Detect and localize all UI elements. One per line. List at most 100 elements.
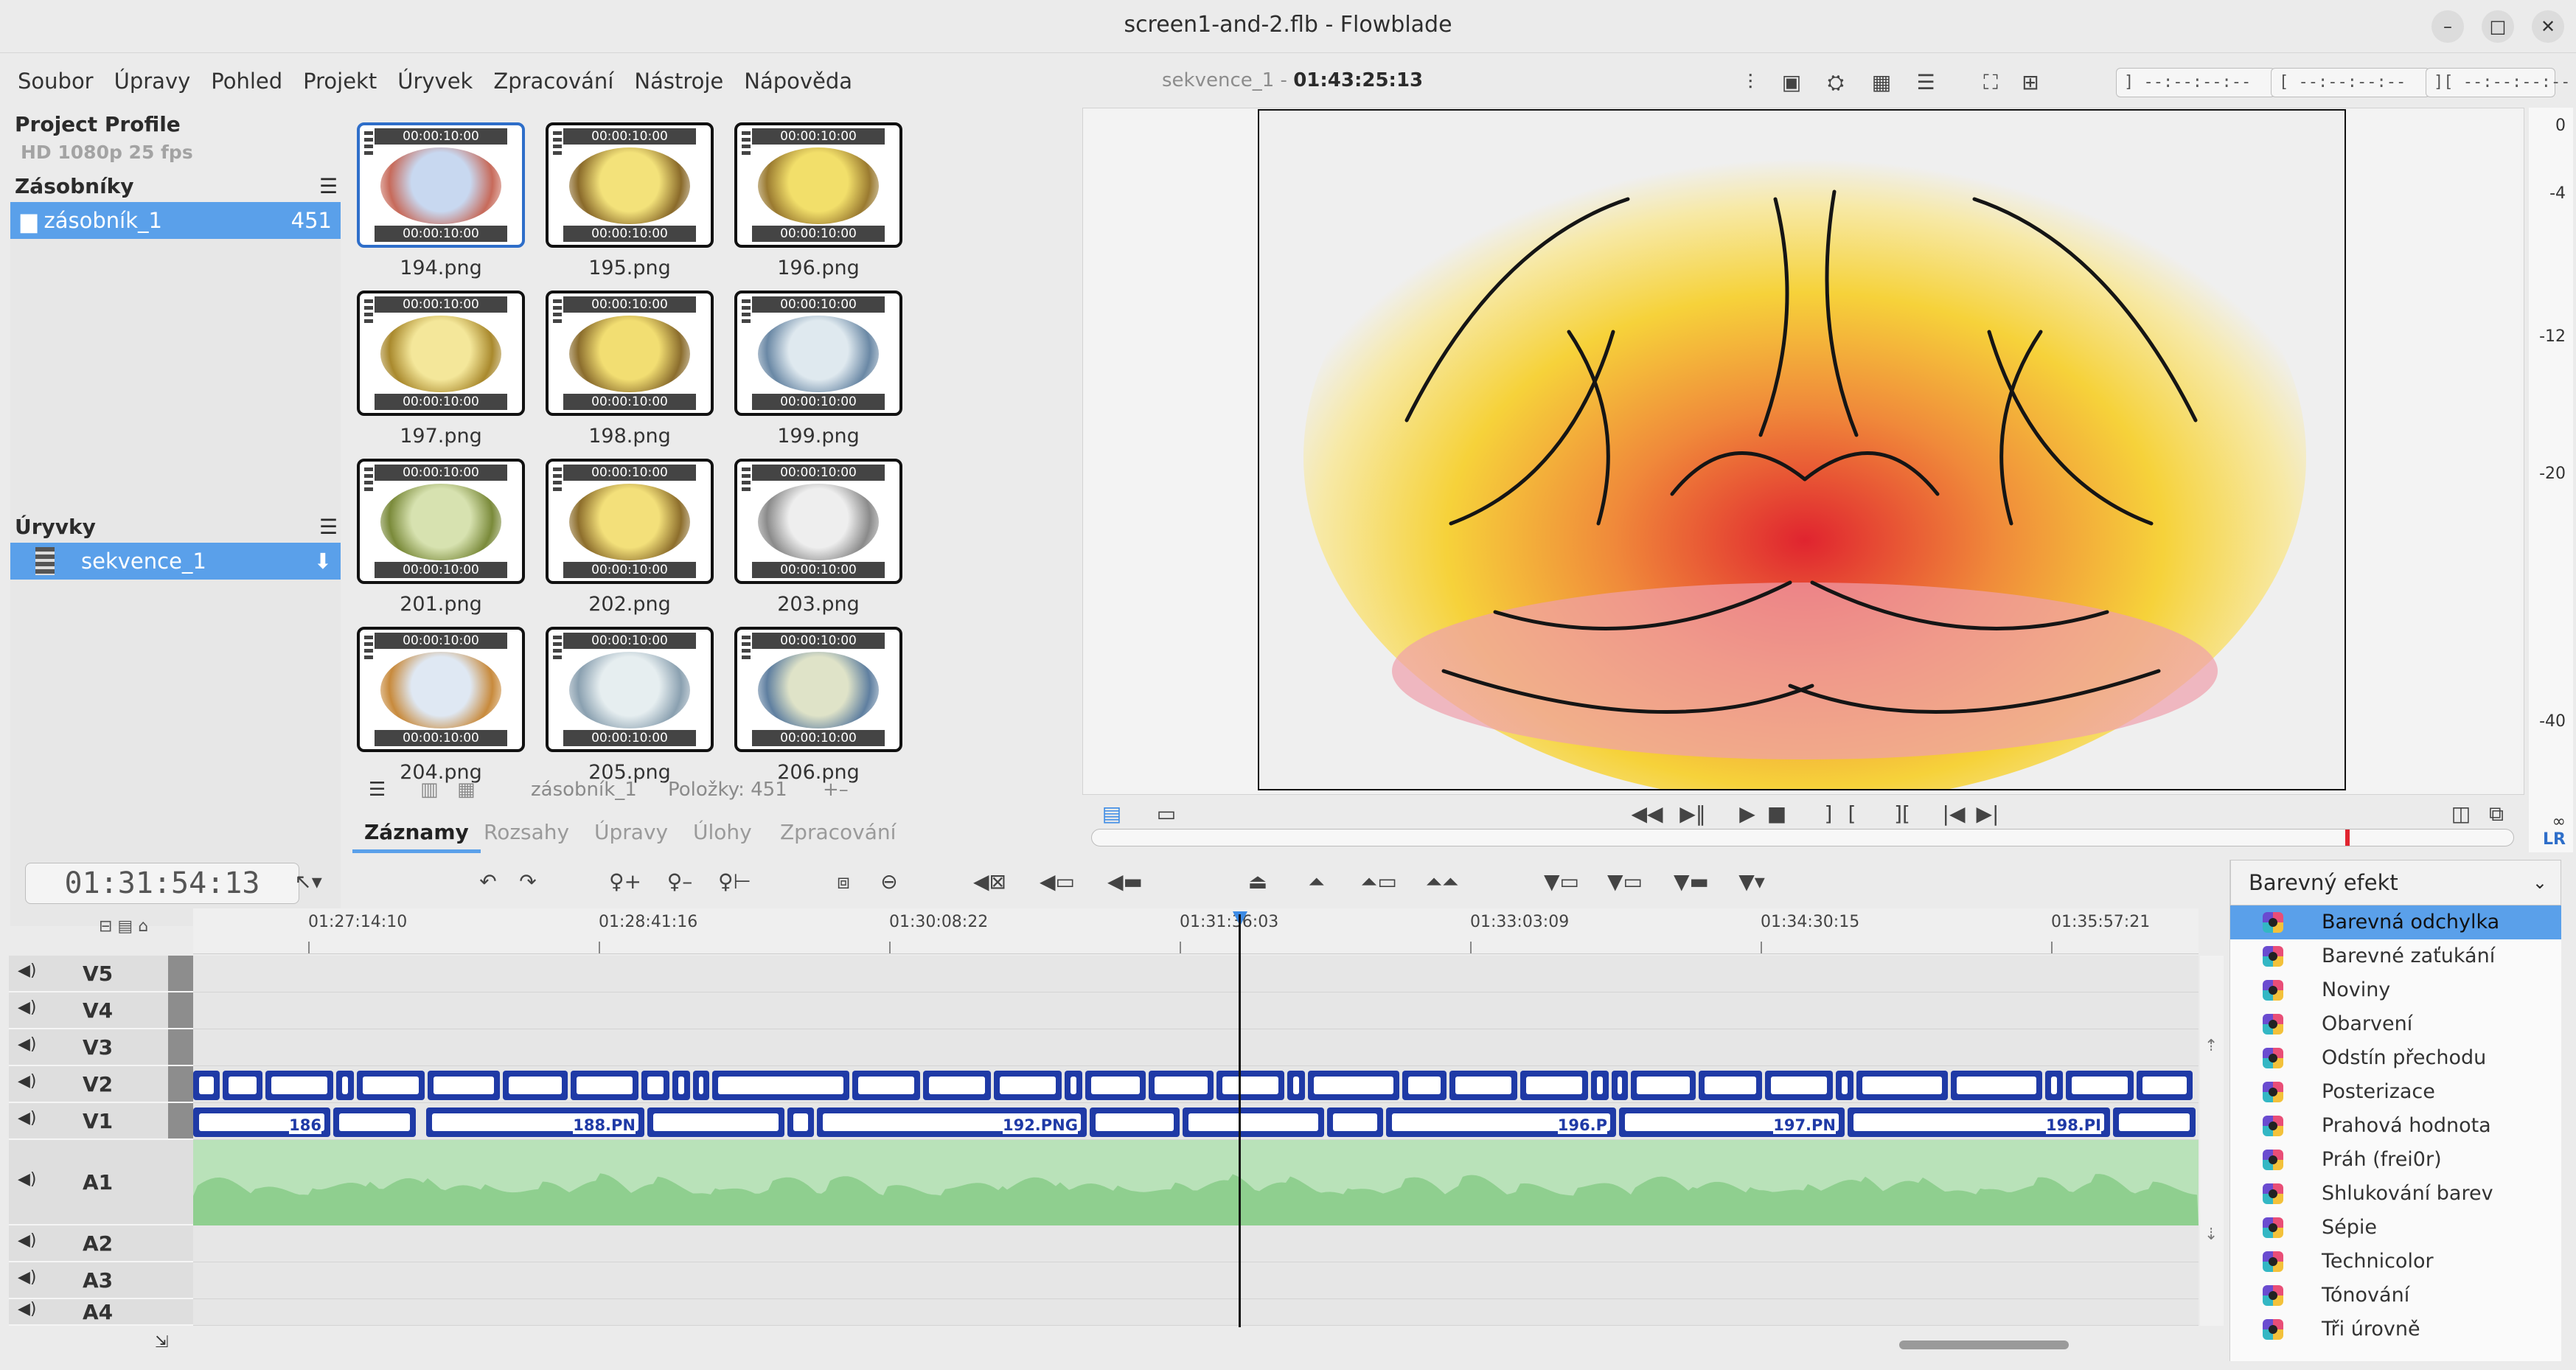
clip-v1[interactable]: 198.PI (1848, 1108, 2110, 1137)
filter-item[interactable]: Sépie (2230, 1211, 2561, 1245)
track-head-v5[interactable]: ◀) V5 (9, 956, 193, 992)
clip-v2[interactable] (923, 1071, 991, 1100)
clip-v1[interactable]: 188.PN (426, 1108, 644, 1137)
minimize-button[interactable]: – (2431, 10, 2464, 43)
preview-frame[interactable] (1258, 109, 2346, 790)
media-thumbnail[interactable]: 00:00:10:00 00:00:10:00 (734, 122, 902, 248)
redo-icon[interactable]: ↷ (512, 866, 544, 898)
columns-icon[interactable]: ▥ (420, 779, 439, 801)
media-thumbnail[interactable]: 00:00:10:00 00:00:10:00 (734, 627, 902, 752)
keyframe-range-icon[interactable]: ♀⊢ (718, 866, 751, 898)
zoom-icon[interactable]: +– (823, 779, 849, 801)
track-lock[interactable] (168, 956, 193, 991)
to-start-icon[interactable]: |◀ (1938, 798, 1970, 830)
splice-in-icon[interactable]: ◀⊠ (973, 866, 1006, 898)
filter-item[interactable]: Shlukování barev (2230, 1177, 2561, 1211)
filter-item[interactable]: Práh (frei0r) (2230, 1143, 2561, 1177)
track-head-v1[interactable]: ◀) V1 (9, 1103, 193, 1140)
add-keyframe-icon[interactable]: ♀+ (609, 866, 641, 898)
clip-v2[interactable] (1308, 1071, 1399, 1100)
media-thumbnail[interactable]: 00:00:10:00 00:00:10:00 (734, 291, 902, 416)
menu-projekt[interactable]: Projekt (293, 59, 387, 103)
track-row-v4[interactable] (193, 992, 2199, 1029)
media-thumbnail[interactable]: 00:00:10:00 00:00:10:00 (357, 459, 525, 584)
trim-icon[interactable]: ▼▬ (1674, 866, 1709, 898)
filter-item[interactable]: Barevná odchylka (2230, 905, 2561, 939)
menu-upravy[interactable]: Úpravy (104, 59, 201, 103)
clip-v1[interactable] (647, 1108, 784, 1137)
stop-icon[interactable]: ■ (1761, 798, 1793, 830)
clip-v2[interactable] (428, 1071, 500, 1100)
link-icon[interactable]: ⊖ (873, 866, 905, 898)
track-row-v1[interactable]: 186 188.PN 192.PNG 196.P 197.PN 198.PI (193, 1103, 2199, 1140)
scrubber-position[interactable] (2345, 830, 2350, 846)
clip-v1[interactable] (787, 1108, 814, 1137)
track-row-v2[interactable] (193, 1066, 2199, 1103)
mixer-icon[interactable]: ⫶ (1734, 66, 1766, 99)
media-thumbnail[interactable]: 00:00:10:00 00:00:10:00 (546, 122, 714, 248)
monitor-alt-icon[interactable]: ▭ (1150, 798, 1183, 830)
clip-v2[interactable] (1836, 1071, 1853, 1100)
track-row-a1[interactable] (193, 1140, 2199, 1225)
filter-item[interactable]: Obarvení (2230, 1007, 2561, 1041)
clip-v1[interactable]: 197.PN (1619, 1108, 1845, 1137)
clip-v2[interactable] (1449, 1071, 1517, 1100)
menu-zpracovani[interactable]: Zpracování (483, 59, 624, 103)
download-icon[interactable]: ⬇ (314, 543, 332, 580)
pointer-tool-icon[interactable]: ↖▾ (292, 866, 324, 898)
clip-v2[interactable] (2137, 1071, 2193, 1100)
scrubber-bar[interactable] (1091, 829, 2514, 846)
split-view-icon[interactable]: ◫ (2445, 798, 2477, 830)
track-head-a1[interactable]: ◀) A1 (9, 1140, 193, 1225)
clip-v2[interactable] (1149, 1071, 1214, 1100)
clip-v2[interactable] (994, 1071, 1062, 1100)
track-head-v2[interactable]: ◀) V2 (9, 1066, 193, 1103)
track-row-a2[interactable] (193, 1225, 2199, 1262)
timeline-vscroll[interactable]: ⇡ ⇣ (2200, 956, 2224, 1326)
play-pause-icon[interactable]: ▶‖ (1677, 798, 1709, 830)
speaker-icon[interactable]: ◀) (18, 998, 37, 1017)
layout-icon[interactable]: ⊞ (2014, 66, 2047, 99)
track-lock[interactable] (168, 1103, 193, 1138)
tab-ulohy[interactable]: Úlohy (693, 820, 752, 844)
clip-v1[interactable] (1327, 1108, 1383, 1137)
clip-v2[interactable] (712, 1071, 849, 1100)
clip-v1[interactable]: 186 (193, 1108, 330, 1137)
clip-v2[interactable] (672, 1071, 690, 1100)
track-head-a3[interactable]: ◀) A3 (9, 1262, 193, 1299)
filter-item[interactable]: Technicolor (2230, 1245, 2561, 1279)
clip-v2[interactable] (1631, 1071, 1696, 1100)
sequences-menu-icon[interactable]: ☰ (319, 515, 338, 539)
timeline-tracks[interactable]: 186 188.PN 192.PNG 196.P 197.PN 198.PI (193, 956, 2199, 1326)
lift-icon[interactable]: ◀▬ (1107, 866, 1143, 898)
track-lock[interactable] (168, 1029, 193, 1065)
speaker-icon[interactable]: ◀) (18, 1109, 37, 1127)
clip-v2[interactable] (336, 1071, 354, 1100)
menu-pohled[interactable]: Pohled (201, 59, 293, 103)
clip-v2[interactable] (1612, 1071, 1628, 1100)
clip-v1[interactable]: 196.P (1386, 1108, 1616, 1137)
clip-v2[interactable] (852, 1071, 920, 1100)
clip-v2[interactable] (693, 1071, 709, 1100)
menu-soubor[interactable]: Soubor (0, 59, 104, 103)
track-head-v4[interactable]: ◀) V4 (9, 992, 193, 1029)
clip-v2[interactable] (223, 1071, 262, 1100)
media-thumbnail[interactable]: 00:00:10:00 00:00:10:00 (546, 291, 714, 416)
cut-icon[interactable]: ▼▭ (1607, 866, 1643, 898)
clip-v1[interactable] (333, 1108, 416, 1137)
filter-item[interactable]: Posterizace (2230, 1075, 2561, 1109)
ripple-icon[interactable]: ▼▭ (1544, 866, 1579, 898)
clip-v1[interactable] (1090, 1108, 1180, 1137)
media-thumbnail[interactable]: 00:00:10:00 00:00:10:00 (357, 627, 525, 752)
filter-item[interactable]: Prahová hodnota (2230, 1109, 2561, 1143)
clip-v2[interactable] (265, 1071, 333, 1100)
track-head-a4[interactable]: ◀) A4 (9, 1299, 193, 1326)
clip-v2[interactable] (571, 1071, 638, 1100)
list-icon[interactable]: ☰ (1910, 66, 1942, 99)
timeline-ruler[interactable]: 01:27:14:10 01:28:41:16 01:30:08:22 01:31:3… (193, 908, 2199, 954)
clip-v2[interactable] (641, 1071, 669, 1100)
scroll-down-icon[interactable]: ⇣ (2204, 1225, 2218, 1244)
track-row-v3[interactable] (193, 1029, 2199, 1066)
speaker-icon[interactable]: ◀) (18, 1300, 37, 1318)
mark-out-icon[interactable]: [ (1836, 798, 1868, 830)
